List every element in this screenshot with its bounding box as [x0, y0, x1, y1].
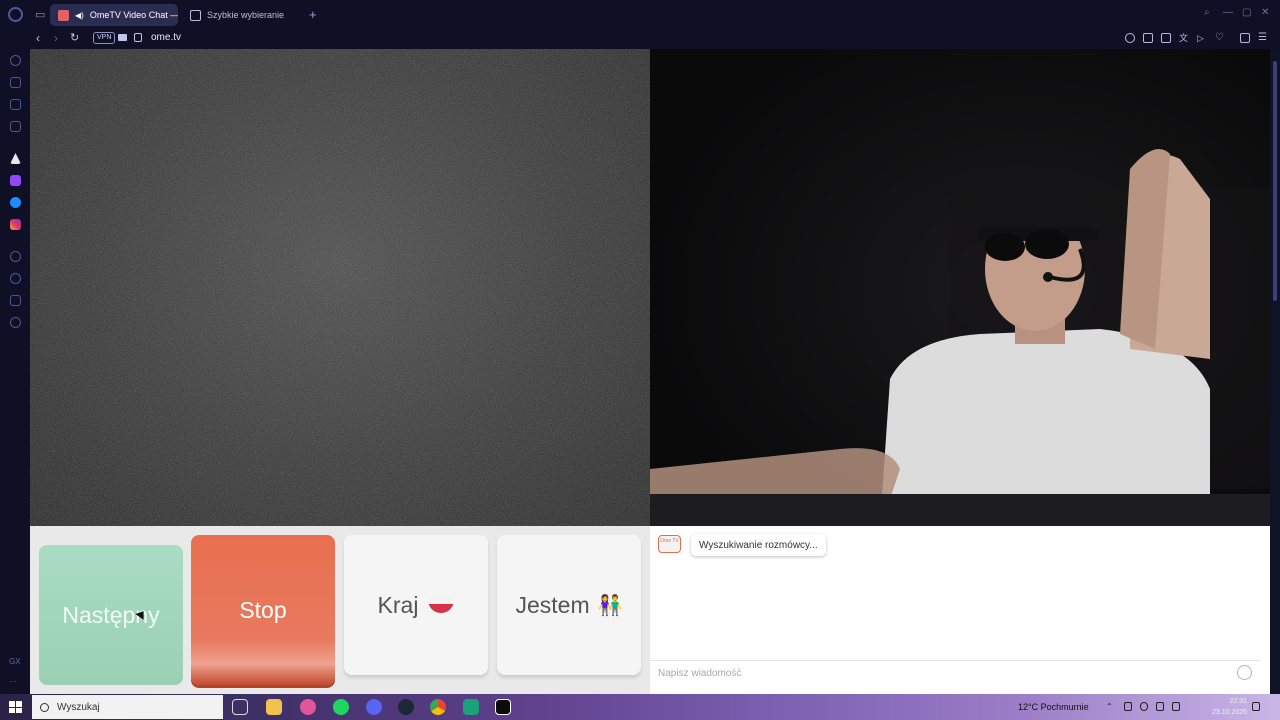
player-icon[interactable]	[10, 251, 21, 262]
windows-start-icon[interactable]	[9, 701, 22, 713]
taskbar-clock[interactable]: 22:31 23.10.2025	[1212, 696, 1247, 718]
clock-date: 23.10.2025	[1212, 709, 1248, 716]
next-button[interactable]: Następny	[39, 545, 183, 685]
play-icon[interactable]: ▷	[1197, 33, 1207, 43]
scrollbar-thumb[interactable]	[1273, 61, 1277, 301]
tray-chevron-icon[interactable]: ⌃	[1106, 702, 1113, 711]
microphone-icon[interactable]	[1140, 702, 1148, 711]
forward-icon[interactable]: ›	[54, 31, 58, 45]
text-chat-panel: Ome TV Wyszukiwanie rozmówcy...	[650, 526, 1270, 694]
more-icon[interactable]: ···	[9, 677, 17, 686]
instagram-icon[interactable]	[10, 219, 21, 230]
spotify-icon[interactable]	[333, 699, 349, 715]
remote-video-static	[30, 49, 650, 526]
ometv-logo-icon: Ome TV	[658, 535, 681, 553]
history-icon[interactable]	[10, 273, 21, 284]
camera-icon[interactable]	[118, 34, 127, 41]
couple-emoji-icon: 👫	[597, 594, 623, 617]
opera-gx-logo-icon[interactable]	[8, 7, 23, 22]
snapshot-icon[interactable]	[1143, 33, 1153, 43]
windows-taskbar: Wyszukaj 12°C Pochmurnie ⌃ 22:31 23.10.2…	[0, 694, 1280, 720]
chat-message-input[interactable]	[658, 666, 1218, 680]
steam-icon[interactable]	[398, 699, 414, 715]
gx-control-icon[interactable]	[10, 55, 21, 66]
new-tab-icon[interactable]: +	[309, 7, 317, 22]
taskbar-search[interactable]: Wyszukaj	[32, 695, 223, 719]
ometv-favicon-icon	[58, 9, 69, 21]
country-button[interactable]: Kraj	[344, 535, 488, 675]
stop-button[interactable]: Stop	[191, 535, 335, 685]
country-button-label: Kraj	[377, 591, 419, 618]
gx-label: GX	[9, 657, 21, 666]
task-view-icon[interactable]	[232, 699, 248, 715]
twitch-icon[interactable]	[10, 175, 21, 186]
back-icon[interactable]: ‹	[36, 31, 40, 45]
address-bar: ‹ › ↻ VPN ome.tv 文 ▷ ♡ ☰	[0, 29, 1280, 49]
twitter-icon[interactable]	[10, 99, 21, 110]
speaker-tray-icon[interactable]	[1156, 702, 1164, 711]
menu-icon[interactable]: ☰	[1258, 33, 1268, 43]
chat-status-message: Wyszukiwanie rozmówcy...	[691, 534, 826, 556]
tab-label: Szybkie wybieranie	[207, 10, 285, 20]
search-tabs-icon[interactable]: ⌕	[1204, 8, 1214, 18]
tab-speed-dial[interactable]: Szybkie wybieranie	[182, 4, 300, 26]
search-icon	[40, 702, 49, 712]
gx-corner-icon[interactable]	[10, 77, 21, 88]
obs-icon[interactable]	[495, 699, 511, 715]
network-icon[interactable]	[1124, 702, 1132, 711]
webcam-person-image	[650, 49, 1270, 526]
messenger-icon[interactable]	[10, 197, 21, 208]
notifications-icon[interactable]	[1252, 702, 1260, 711]
minimize-icon[interactable]: —	[1223, 8, 1233, 18]
poland-flag-icon	[428, 597, 455, 613]
vpn-badge[interactable]: VPN	[93, 32, 116, 44]
clock-time: 22:31	[1229, 698, 1248, 705]
local-video-feed	[650, 49, 1270, 526]
static-noise-pattern	[30, 49, 650, 526]
settings-icon[interactable]	[10, 317, 21, 328]
aria-icon[interactable]	[10, 153, 21, 164]
url-field[interactable]: ome.tv	[151, 32, 181, 43]
ometv-logo-text: Ome TV	[660, 538, 679, 544]
reload-icon[interactable]: ↻	[70, 31, 79, 45]
heart-icon[interactable]: ♡	[1215, 33, 1225, 43]
discord-icon[interactable]	[366, 699, 382, 715]
chrome-icon[interactable]	[430, 699, 446, 715]
lock-icon[interactable]	[134, 33, 142, 42]
browser-tab-bar: ▭ ◀) OmeTV Video Chat — Szybkie wybieran…	[0, 0, 1280, 29]
chat-input-row	[650, 660, 1260, 684]
speaker-icon[interactable]: ◀)	[75, 11, 84, 20]
tab-label: OmeTV Video Chat —	[89, 10, 178, 20]
maximize-icon[interactable]: ▢	[1242, 8, 1252, 18]
file-explorer-icon[interactable]	[266, 699, 282, 715]
weather-widget[interactable]: 12°C Pochmurnie	[1018, 702, 1089, 712]
news-icon[interactable]	[10, 121, 21, 132]
tab-ometv[interactable]: ◀) OmeTV Video Chat —	[50, 4, 178, 26]
gender-button-label: Jestem	[515, 591, 590, 618]
profile-icon[interactable]	[1240, 33, 1250, 43]
page-scrollbar[interactable]	[1270, 49, 1280, 694]
shield-icon[interactable]	[1161, 33, 1171, 43]
opera-gx-icon[interactable]	[300, 699, 316, 715]
extensions-icon[interactable]	[10, 295, 21, 306]
pin-icon[interactable]	[1125, 33, 1135, 43]
taskbar-search-label: Wyszukaj	[57, 701, 100, 713]
translate-icon[interactable]: 文	[1179, 33, 1189, 43]
gender-button[interactable]: Jestem 👫	[497, 535, 641, 675]
browser-sidebar: GX ···	[0, 49, 30, 694]
stop-button-label: Stop	[239, 596, 287, 623]
chat-status-text: Wyszukiwanie rozmówcy...	[699, 539, 818, 551]
speed-dial-icon	[190, 9, 201, 21]
close-icon[interactable]: ✕	[1261, 8, 1271, 18]
xbox-app-icon[interactable]	[463, 699, 479, 715]
chat-controls-panel: Następny Stop Kraj Jestem 👫	[30, 526, 650, 694]
emoji-icon[interactable]	[1237, 665, 1252, 680]
battery-icon[interactable]	[1172, 702, 1180, 711]
workspaces-icon[interactable]: ▭	[35, 8, 45, 21]
